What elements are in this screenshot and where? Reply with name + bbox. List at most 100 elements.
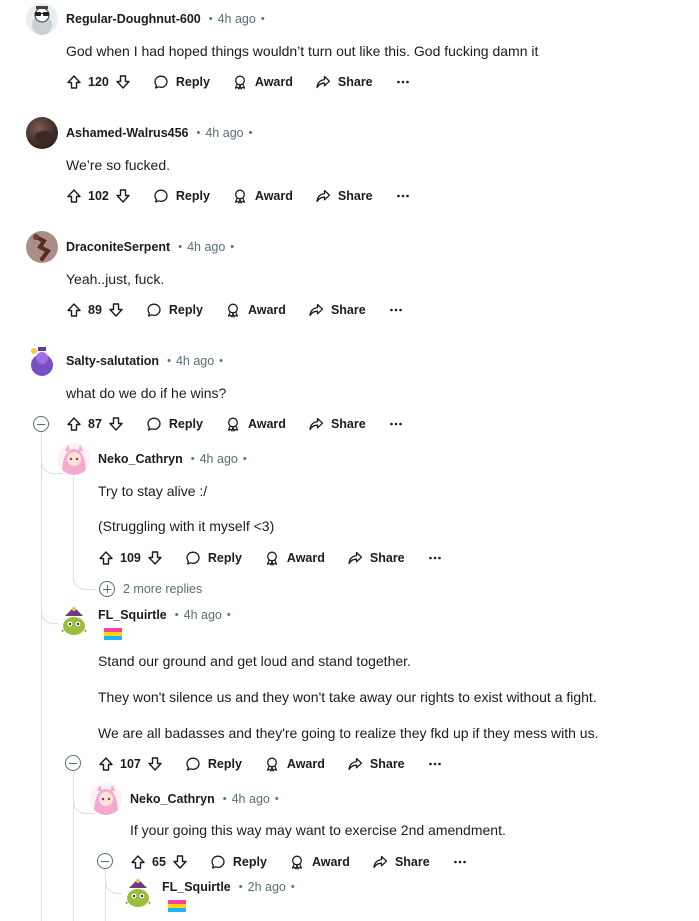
award-button[interactable]: Award: [232, 74, 293, 90]
award-button[interactable]: Award: [264, 756, 325, 772]
share-icon: [309, 417, 324, 431]
avatar[interactable]: [26, 3, 58, 35]
reply-button[interactable]: Reply: [210, 854, 267, 870]
more-replies-link[interactable]: 2 more replies: [99, 581, 202, 597]
reply-button[interactable]: Reply: [185, 756, 242, 772]
upvote-icon[interactable]: [98, 756, 114, 772]
upvote-icon[interactable]: [66, 302, 82, 318]
meta-separator: •: [219, 355, 224, 367]
share-button[interactable]: Share: [315, 74, 373, 90]
meta-separator: •: [174, 609, 179, 621]
username-link[interactable]: Regular-Doughnut-600: [66, 12, 201, 26]
share-button[interactable]: Share: [315, 188, 373, 204]
more-options-button[interactable]: [388, 416, 404, 432]
vote-count: 89: [88, 303, 102, 317]
downvote-icon[interactable]: [108, 302, 124, 318]
collapse-thread-button[interactable]: [65, 755, 81, 771]
downvote-icon[interactable]: [115, 74, 131, 90]
upvote-icon[interactable]: [66, 416, 82, 432]
comment-time[interactable]: 4h ago: [218, 12, 256, 26]
more-options-button[interactable]: [395, 74, 411, 90]
comment-time[interactable]: 4h ago: [232, 792, 270, 806]
share-button[interactable]: Share: [308, 416, 366, 432]
award-icon: [266, 551, 278, 566]
award-button[interactable]: Award: [264, 550, 325, 566]
avatar[interactable]: [26, 345, 58, 377]
more-options-button[interactable]: [452, 854, 468, 870]
upvote-icon[interactable]: [98, 550, 114, 566]
username-link[interactable]: FL_Squirtle: [98, 608, 167, 622]
downvote-icon[interactable]: [147, 756, 163, 772]
downvote-icon[interactable]: [115, 188, 131, 204]
more-options-button[interactable]: [395, 188, 411, 204]
collapse-thread-button[interactable]: [33, 416, 49, 432]
award-label: Award: [311, 855, 350, 869]
share-button[interactable]: Share: [372, 854, 430, 870]
comment-actions: 107 Reply Award Share: [98, 752, 443, 776]
downvote-icon[interactable]: [108, 416, 124, 432]
avatar[interactable]: [58, 605, 90, 637]
downvote-icon[interactable]: [147, 550, 163, 566]
username-link[interactable]: FL_Squirtle: [162, 880, 231, 894]
comment-actions: 109 Reply Award Share: [98, 546, 443, 570]
award-button[interactable]: Award: [232, 188, 293, 204]
award-icon: [234, 189, 246, 204]
username-link[interactable]: Neko_Cathryn: [130, 792, 215, 806]
award-button[interactable]: Award: [225, 302, 286, 318]
share-label: Share: [369, 551, 405, 565]
collapse-thread-button[interactable]: [97, 853, 113, 869]
reply-button[interactable]: Reply: [185, 550, 242, 566]
expand-plus-icon: [99, 581, 115, 597]
comment-actions: 102 Reply Award Share: [66, 184, 411, 208]
reply-button[interactable]: Reply: [146, 416, 203, 432]
award-label: Award: [286, 551, 325, 565]
pride-flag-flair-icon: [104, 627, 122, 641]
comment-actions: 89 Reply Award Share: [66, 298, 404, 322]
avatar[interactable]: [58, 443, 90, 475]
avatar[interactable]: [26, 231, 58, 263]
comment-time[interactable]: 4h ago: [184, 608, 222, 622]
avatar[interactable]: [26, 117, 58, 149]
comment-time[interactable]: 4h ago: [176, 354, 214, 368]
comment-meta: Ashamed-Walrus456 • 4h ago •: [66, 123, 252, 143]
more-options-button[interactable]: [388, 302, 404, 318]
award-button[interactable]: Award: [225, 416, 286, 432]
downvote-icon[interactable]: [172, 854, 188, 870]
comment-time[interactable]: 4h ago: [187, 240, 225, 254]
reply-label: Reply: [232, 855, 267, 869]
share-button[interactable]: Share: [347, 550, 405, 566]
award-icon: [227, 417, 239, 432]
meta-separator: •: [248, 127, 253, 139]
share-button[interactable]: Share: [347, 756, 405, 772]
username-link[interactable]: Ashamed-Walrus456: [66, 126, 189, 140]
upvote-icon[interactable]: [130, 854, 146, 870]
more-icon: [453, 860, 466, 864]
reply-button[interactable]: Reply: [146, 302, 203, 318]
comment-time[interactable]: 4h ago: [205, 126, 243, 140]
pride-flag-flair-icon: [168, 899, 186, 913]
avatar[interactable]: [122, 877, 154, 909]
upvote-icon[interactable]: [66, 74, 82, 90]
username-link[interactable]: Salty-salutation: [66, 354, 159, 368]
vote-group: 87: [66, 416, 124, 432]
username-link[interactable]: DraconiteSerpent: [66, 240, 170, 254]
comment-time[interactable]: 2h ago: [248, 880, 286, 894]
avatar[interactable]: [90, 783, 122, 815]
more-icon: [396, 80, 409, 84]
share-button[interactable]: Share: [308, 302, 366, 318]
vote-count: 102: [88, 189, 109, 203]
more-options-button[interactable]: [427, 756, 443, 772]
comment-body: We’re so fucked.: [66, 157, 171, 173]
share-label: Share: [369, 757, 405, 771]
more-options-button[interactable]: [427, 550, 443, 566]
reply-button[interactable]: Reply: [153, 188, 210, 204]
comment-time[interactable]: 4h ago: [200, 452, 238, 466]
vote-group: 107: [98, 756, 163, 772]
award-button[interactable]: Award: [289, 854, 350, 870]
award-label: Award: [254, 75, 293, 89]
upvote-icon[interactable]: [66, 188, 82, 204]
username-link[interactable]: Neko_Cathryn: [98, 452, 183, 466]
more-icon: [396, 194, 409, 198]
comment-meta: FL_Squirtle • 2h ago •: [162, 877, 295, 897]
reply-button[interactable]: Reply: [153, 74, 210, 90]
